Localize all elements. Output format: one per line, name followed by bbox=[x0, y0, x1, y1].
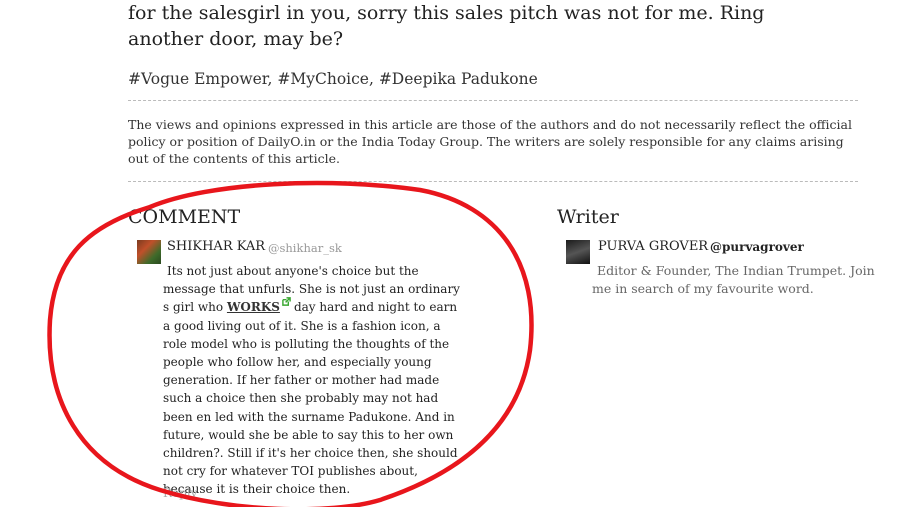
article-closing-text: for the salesgirl in you, sorry this sal… bbox=[128, 2, 765, 50]
comment-section-heading: COMMENT bbox=[128, 206, 241, 228]
comment-body: Its not just about anyone's choice but t… bbox=[163, 262, 468, 499]
writer-section-heading: Writer bbox=[557, 206, 619, 228]
writer-avatar[interactable] bbox=[566, 240, 590, 264]
commenter-handle[interactable]: @shikhar_sk bbox=[268, 241, 342, 255]
writer-name[interactable]: PURVA GROVER bbox=[598, 239, 708, 254]
disclaimer: The views and opinions expressed in this… bbox=[128, 117, 852, 166]
external-link-icon[interactable] bbox=[282, 297, 291, 307]
divider bbox=[128, 181, 858, 182]
article-tags[interactable]: #Vogue Empower, #MyChoice, #Deepika Padu… bbox=[128, 70, 538, 88]
reply-link[interactable]: Reply bbox=[163, 486, 197, 500]
writer-bio: Editor & Founder, The Indian Trumpet. Jo… bbox=[592, 263, 875, 296]
commenter-avatar[interactable] bbox=[137, 240, 161, 264]
works-link[interactable]: WORKS bbox=[227, 300, 280, 314]
writer-handle[interactable]: @purvagrover bbox=[710, 240, 804, 254]
commenter-name[interactable]: SHIKHAR KAR bbox=[167, 239, 265, 254]
divider bbox=[128, 100, 858, 101]
comment-text-after-link: day hard and night to earn a good living… bbox=[163, 300, 458, 497]
